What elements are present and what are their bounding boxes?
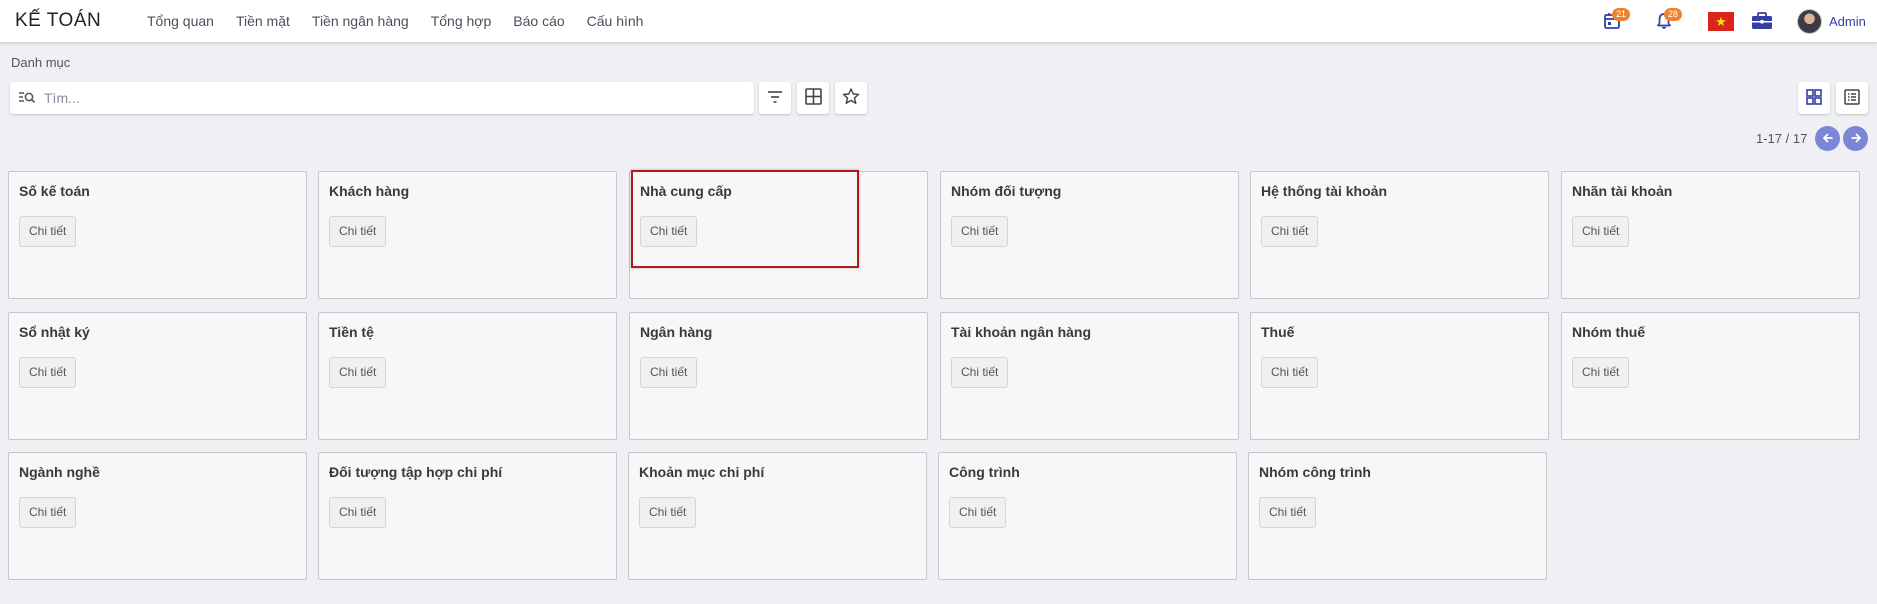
favorites-button[interactable]	[835, 82, 867, 114]
card-doi-tuong-tap-hop-chi-phi[interactable]: Đối tượng tập hợp chi phí Chi tiết	[318, 452, 617, 580]
detail-button[interactable]: Chi tiết	[1261, 216, 1319, 247]
card-nhan-tai-khoan[interactable]: Nhãn tài khoản Chi tiết	[1561, 171, 1860, 299]
nav-item-config[interactable]: Cấu hình	[587, 13, 644, 29]
nav-item-reports[interactable]: Báo cáo	[513, 13, 564, 29]
card-khach-hang[interactable]: Khách hàng Chi tiết	[318, 171, 617, 299]
kanban-view-button[interactable]	[1798, 82, 1830, 114]
detail-button[interactable]: Chi tiết	[329, 216, 387, 247]
filter-icon	[767, 90, 783, 107]
group-by-button[interactable]	[797, 82, 829, 114]
card-title: Tài khoản ngân hàng	[951, 324, 1092, 340]
detail-button[interactable]: Chi tiết	[19, 497, 77, 528]
user-name[interactable]: Admin	[1829, 14, 1866, 29]
avatar[interactable]	[1797, 9, 1822, 34]
top-navbar: KẾ TOÁN Tổng quan Tiền mặt Tiền ngân hàn…	[0, 0, 1877, 43]
grid-view-icon	[1806, 88, 1822, 108]
detail-button[interactable]: Chi tiết	[1572, 216, 1630, 247]
arrow-left-icon	[1822, 131, 1834, 147]
card-tien-te[interactable]: Tiền tệ Chi tiết	[318, 312, 617, 440]
detail-button[interactable]: Chi tiết	[329, 357, 387, 388]
search-input[interactable]	[44, 88, 744, 108]
card-title: Ngành nghề	[19, 464, 100, 480]
card-title: Hệ thống tài khoản	[1261, 183, 1387, 199]
main-nav: Tổng quan Tiền mặt Tiền ngân hàng Tổng h…	[147, 13, 665, 29]
card-cong-trinh[interactable]: Công trình Chi tiết	[938, 452, 1237, 580]
card-ngan-hang[interactable]: Ngân hàng Chi tiết	[629, 312, 928, 440]
card-nganh-nghe[interactable]: Ngành nghề Chi tiết	[8, 452, 307, 580]
card-title: Sổ nhật ký	[19, 324, 90, 340]
card-title: Nhãn tài khoản	[1572, 183, 1673, 199]
pager-value[interactable]: 1-17 / 17	[1756, 131, 1807, 146]
card-so-nhat-ky[interactable]: Sổ nhật ký Chi tiết	[8, 312, 307, 440]
card-title: Khoản mục chi phí	[639, 464, 765, 480]
card-tai-khoan-ngan-hang[interactable]: Tài khoản ngân hàng Chi tiết	[940, 312, 1239, 440]
list-view-button[interactable]	[1836, 82, 1868, 114]
card-title: Nhóm công trình	[1259, 464, 1371, 480]
list-view-icon	[1844, 88, 1860, 108]
card-title: Khách hàng	[329, 183, 410, 199]
app-title[interactable]: KẾ TOÁN	[15, 10, 101, 32]
card-title: Nhóm đối tượng	[951, 183, 1062, 199]
breadcrumb: Danh mục	[11, 55, 71, 70]
detail-button[interactable]: Chi tiết	[19, 357, 77, 388]
bell-icon[interactable]: 28	[1652, 8, 1682, 32]
nav-item-overview[interactable]: Tổng quan	[147, 13, 214, 29]
detail-button[interactable]: Chi tiết	[19, 216, 77, 247]
detail-button[interactable]: Chi tiết	[1572, 357, 1630, 388]
nav-item-bank[interactable]: Tiền ngân hàng	[312, 13, 409, 29]
detail-button[interactable]: Chi tiết	[640, 216, 698, 247]
filter-button[interactable]	[759, 82, 791, 114]
card-so-ke-toan[interactable]: Số kế toán Chi tiết	[8, 171, 307, 299]
nav-item-cash[interactable]: Tiền mặt	[236, 13, 290, 29]
card-title: Số kế toán	[19, 183, 90, 199]
detail-button[interactable]: Chi tiết	[949, 497, 1007, 528]
card-title: Đối tượng tập hợp chi phí	[329, 464, 503, 480]
vietnam-flag-icon[interactable]: ★	[1708, 12, 1734, 31]
pager-next-button[interactable]	[1843, 126, 1868, 151]
detail-button[interactable]: Chi tiết	[951, 216, 1009, 247]
card-nhom-thue[interactable]: Nhóm thuế Chi tiết	[1561, 312, 1860, 440]
detail-button[interactable]: Chi tiết	[639, 497, 697, 528]
nav-item-general[interactable]: Tổng hợp	[431, 13, 492, 29]
arrow-right-icon	[1850, 131, 1862, 147]
search-icon	[18, 90, 36, 106]
search-box	[10, 82, 754, 114]
card-nha-cung-cap[interactable]: Nhà cung cấp Chi tiết	[629, 171, 928, 299]
detail-button[interactable]: Chi tiết	[1261, 357, 1319, 388]
card-title: Tiền tệ	[329, 324, 374, 340]
card-title: Nhóm thuế	[1572, 324, 1646, 340]
card-title: Thuế	[1261, 324, 1295, 340]
table-grid-icon	[804, 88, 822, 108]
card-title: Nhà cung cấp	[640, 183, 732, 199]
pager-previous-button[interactable]	[1815, 126, 1840, 151]
star-icon	[842, 88, 860, 108]
detail-button[interactable]: Chi tiết	[1259, 497, 1317, 528]
calendar-badge: 21	[1612, 8, 1630, 21]
detail-button[interactable]: Chi tiết	[329, 497, 387, 528]
card-title: Công trình	[949, 464, 1020, 480]
card-thue[interactable]: Thuế Chi tiết	[1250, 312, 1549, 440]
notification-badge: 28	[1664, 8, 1682, 21]
detail-button[interactable]: Chi tiết	[640, 357, 698, 388]
detail-button[interactable]: Chi tiết	[951, 357, 1009, 388]
briefcase-icon[interactable]	[1750, 10, 1774, 32]
card-nhom-cong-trinh[interactable]: Nhóm công trình Chi tiết	[1248, 452, 1547, 580]
card-title: Ngân hàng	[640, 324, 713, 340]
card-he-thong-tai-khoan[interactable]: Hệ thống tài khoản Chi tiết	[1250, 171, 1549, 299]
card-khoan-muc-chi-phi[interactable]: Khoản mục chi phí Chi tiết	[628, 452, 927, 580]
card-nhom-doi-tuong[interactable]: Nhóm đối tượng Chi tiết	[940, 171, 1239, 299]
calendar-icon[interactable]: 21	[1600, 8, 1630, 32]
